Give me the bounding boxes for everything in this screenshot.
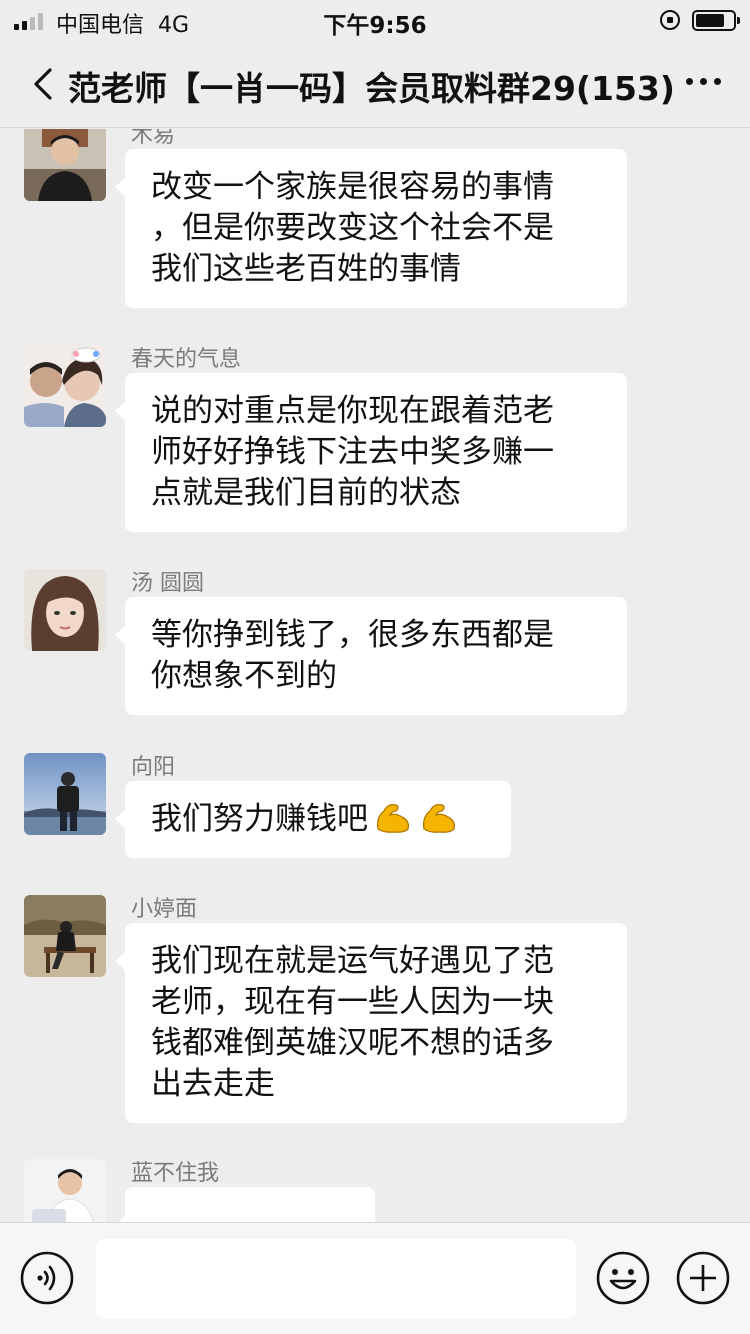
rotation-lock-icon (660, 10, 680, 30)
message-bubble[interactable]: 说的对重点是你现在跟着范老 师好好挣钱下注去中奖多赚一 点就是我们目前的状态 (115, 373, 627, 532)
sender-name: 向阳 (131, 755, 176, 780)
flexed-biceps-icon (422, 803, 456, 833)
chat-title: 范老师【一肖一码】会员取料群29(153) (68, 69, 675, 108)
avatar[interactable] (24, 129, 106, 201)
message-bubble[interactable]: 我们现在就是运气好遇见了范 老师，现在有一些人因为一块 钱都难倒英雄汉呢不想的话… (115, 923, 627, 1123)
avatar[interactable] (24, 1159, 106, 1222)
avatar[interactable] (24, 345, 106, 427)
chat-header: 范老师【一肖一码】会员取料群29(153) (0, 40, 750, 128)
emoji-icon[interactable] (596, 1251, 650, 1305)
status-time: 下午9:56 (323, 13, 427, 39)
message-line: 等你挣到钱了，很多东西都是 (151, 617, 554, 653)
avatar[interactable] (24, 753, 106, 835)
sender-name: 蓝不住我 (131, 1161, 220, 1186)
input-bar (0, 1222, 750, 1334)
message-line: 老师，现在有一些人因为一块 (151, 984, 554, 1020)
avatar[interactable] (24, 569, 106, 651)
voice-icon[interactable] (20, 1251, 74, 1305)
plus-icon[interactable] (676, 1251, 730, 1305)
message-line: 点就是我们目前的状态 (151, 475, 461, 511)
flexed-biceps-icon (376, 803, 410, 833)
message-bubble[interactable]: 等你挣到钱了，很多东西都是 你想象不到的 (115, 597, 627, 715)
message-line: 出去走走 (151, 1066, 275, 1102)
status-bar: 中国电信 4G 下午9:56 (0, 0, 750, 40)
message-line: 你想象不到的 (151, 658, 337, 694)
sender-name: 木易 (131, 129, 176, 148)
battery-icon (692, 10, 740, 31)
message-line: 我们这些老百姓的事情 (151, 251, 461, 287)
sender-name: 小婷面 (131, 897, 198, 922)
chat-history[interactable]: 木易 改变一个家族是很容易的事情 ，但是你要改变这个社会不是 我们这些老百姓的事… (0, 129, 750, 1222)
message-line: 我们努力赚钱吧 (151, 801, 368, 837)
more-options-icon[interactable] (686, 78, 721, 85)
message-line: 说的对重点是你现在跟着范老 (151, 393, 554, 429)
sender-name: 春天的气息 (131, 347, 242, 372)
sender-name: 汤 圆圆 (131, 571, 204, 596)
message-line: 钱都难倒英雄汉呢不想的话多 (151, 1025, 554, 1061)
message-line: ，但是你要改变这个社会不是 (151, 210, 554, 246)
message-line: 我们现在就是运气好遇见了范 (151, 943, 554, 979)
message-line: 改变一个家族是很容易的事情 (151, 169, 554, 205)
message-input[interactable] (96, 1239, 576, 1319)
message-line: 师好好挣钱下注去中奖多赚一 (151, 434, 554, 470)
avatar[interactable] (24, 895, 106, 977)
back-icon[interactable] (30, 68, 54, 100)
voice-message-bubble[interactable] (115, 1187, 375, 1222)
message-bubble[interactable]: 我们努力赚钱吧 (115, 781, 511, 858)
message-bubble[interactable]: 改变一个家族是很容易的事情 ，但是你要改变这个社会不是 我们这些老百姓的事情 (115, 149, 627, 308)
